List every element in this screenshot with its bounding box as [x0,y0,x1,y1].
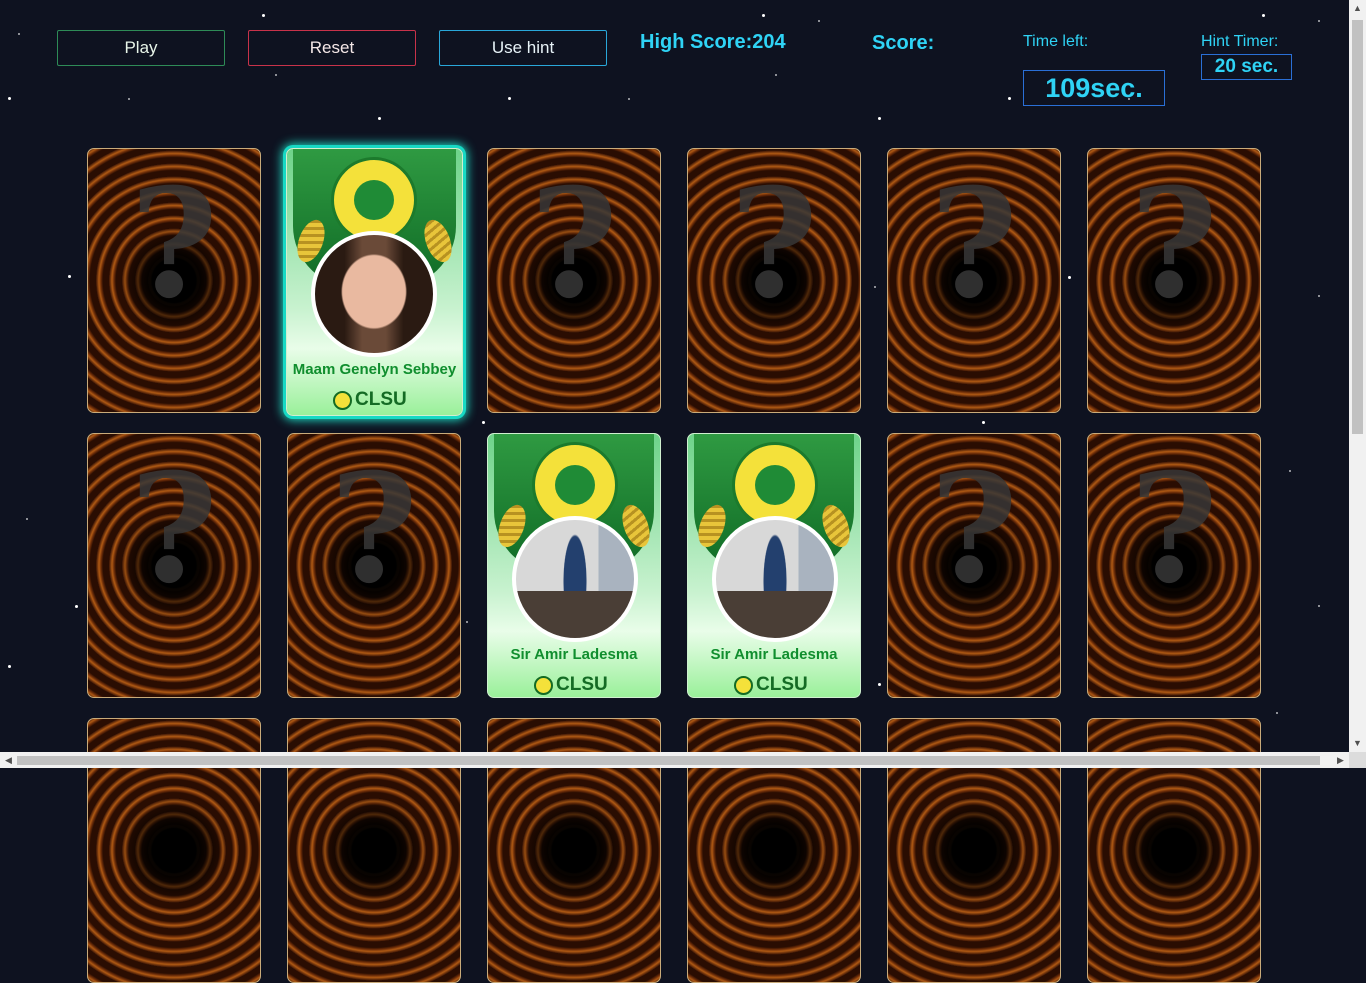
card-hidden[interactable]: ? [87,148,261,413]
clsu-seal-icon [534,675,553,695]
card-person-name: Maam Genelyn Sebbey [292,361,457,378]
question-mark-icon: ? [530,156,618,332]
card-person-name: Sir Amir Ladesma [710,646,838,663]
vertical-scrollbar[interactable]: ▲ ▼ [1349,0,1366,752]
card-person-name: Sir Amir Ladesma [510,646,638,663]
card-revealed[interactable]: Sir Amir Ladesma CLSU [687,433,861,698]
horizontal-scrollbar[interactable]: ◀ ▶ [0,752,1349,768]
question-mark-icon: ? [1130,441,1218,617]
person-photo [311,231,437,357]
vertical-scroll-thumb[interactable] [1352,20,1363,434]
clsu-seal-icon [734,675,753,695]
card-hidden[interactable]: ? [887,148,1061,413]
person-photo [512,516,638,642]
card-revealed-selected[interactable]: Maam Genelyn Sebbey CLSU [286,148,463,416]
card-hidden[interactable]: ? [1087,433,1261,698]
question-mark-icon: ? [130,156,218,332]
scroll-up-icon[interactable]: ▲ [1349,0,1366,17]
person-photo [712,516,838,642]
clsu-logo: CLSU [333,389,407,411]
card-hidden[interactable]: ? [287,433,461,698]
question-mark-icon: ? [330,441,418,617]
card-hidden[interactable]: ? [1087,148,1261,413]
clsu-logo-text: CLSU [355,389,407,410]
clsu-logo-text: CLSU [756,674,808,695]
scroll-left-icon[interactable]: ◀ [0,752,17,768]
question-mark-icon: ? [730,156,818,332]
card-grid: ? Maam Genelyn Sebbey CLSU ? ? ? ? ? ? S… [0,0,1348,983]
card-hidden[interactable]: ? [887,433,1061,698]
clsu-logo: CLSU [534,674,608,696]
question-mark-icon: ? [930,441,1018,617]
clsu-seal-icon [333,390,352,410]
question-mark-icon: ? [130,441,218,617]
horizontal-scroll-thumb[interactable] [17,756,1320,765]
question-mark-icon: ? [1130,156,1218,332]
card-hidden[interactable]: ? [87,433,261,698]
clsu-logo-text: CLSU [556,674,608,695]
scroll-down-icon[interactable]: ▼ [1349,735,1366,752]
question-mark-icon: ? [930,156,1018,332]
clsu-logo: CLSU [734,674,808,696]
card-hidden[interactable]: ? [687,148,861,413]
card-hidden[interactable]: ? [487,148,661,413]
scroll-right-icon[interactable]: ▶ [1332,752,1349,768]
card-revealed[interactable]: Sir Amir Ladesma CLSU [487,433,661,698]
scrollbar-corner [1349,752,1366,768]
